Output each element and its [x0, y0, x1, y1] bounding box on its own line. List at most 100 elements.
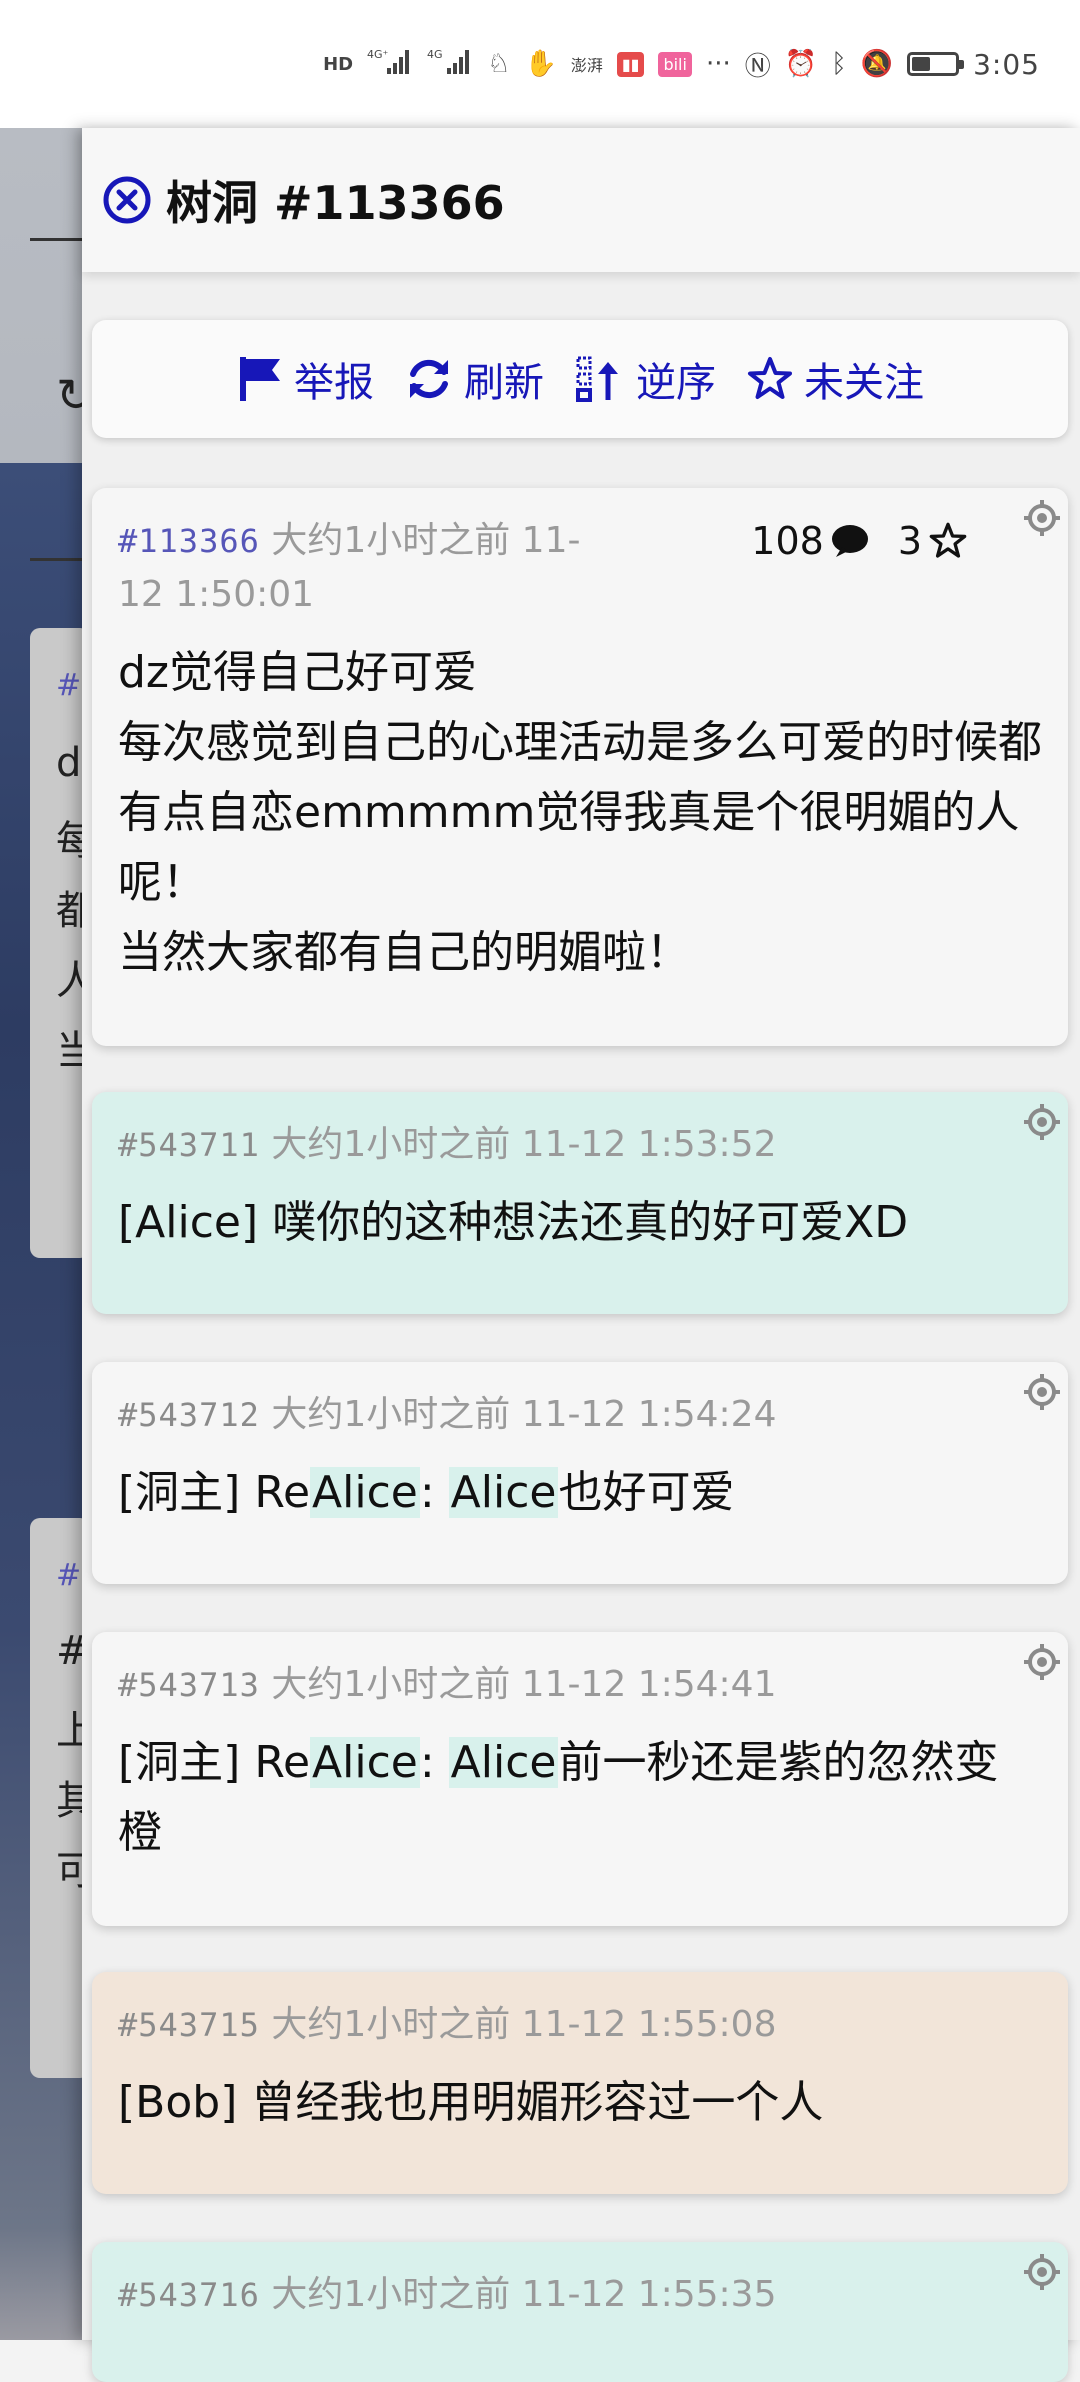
- bg-icon: ↻: [56, 368, 82, 422]
- mention-link[interactable]: Alice: [448, 1467, 559, 1518]
- reply-time: 大约1小时之前 11-12 1:55:08: [271, 2004, 777, 2045]
- app-notification-icon: ♘: [487, 49, 511, 79]
- reply-id: #543713: [118, 1666, 260, 1704]
- bg-card: [30, 628, 82, 1258]
- main-post-card[interactable]: #113366 大约1小时之前 11-12 1:50:01 108 3 dz觉得…: [92, 488, 1068, 1046]
- book-app-icon: ▮▮: [616, 51, 645, 77]
- reply-meta: #543713 大约1小时之前 11-12 1:54:41: [118, 1658, 1042, 1712]
- reply-author: [Alice]: [118, 1197, 259, 1248]
- star-outline-icon: [929, 522, 967, 558]
- reply-count: 108: [751, 514, 870, 568]
- bg-text: 上: [56, 1708, 82, 1754]
- panel-header: 树洞 #113366: [82, 128, 1080, 272]
- reply-card[interactable]: #543713 大约1小时之前 11-12 1:54:41 [洞主] ReAli…: [92, 1632, 1068, 1926]
- bg-text: #: [56, 1558, 82, 1593]
- divider: [30, 238, 82, 241]
- reply-meta: #543712 大约1小时之前 11-12 1:54:24: [118, 1388, 1042, 1442]
- bg-text: 可: [56, 1848, 82, 1894]
- reverse-order-button[interactable]: 逆序: [574, 350, 716, 408]
- bg-text: d: [56, 740, 82, 786]
- locate-icon[interactable]: [1022, 1642, 1062, 1682]
- reply-card[interactable]: #543716 大约1小时之前 11-12 1:55:35: [92, 2242, 1068, 2382]
- locate-icon[interactable]: [1022, 498, 1062, 538]
- reply-time: 大约1小时之前 11-12 1:54:24: [271, 1394, 777, 1435]
- reply-author: [洞主]: [118, 1467, 241, 1518]
- reply-meta: #543711 大约1小时之前 11-12 1:53:52: [118, 1118, 1042, 1172]
- reply-id: #543711: [118, 1126, 260, 1164]
- reply-content: [洞主] ReAlice: Alice也好可爱: [118, 1458, 1042, 1528]
- post-line: dz觉得自己好可爱: [118, 647, 478, 698]
- star-count-value: 3: [897, 519, 922, 563]
- locate-icon[interactable]: [1022, 2252, 1062, 2292]
- bg-text: 每: [56, 818, 82, 864]
- mention-link[interactable]: Alice: [448, 1737, 559, 1788]
- app-notification-icon: ✋: [524, 49, 557, 79]
- app-notification-icon: 澎湃: [570, 56, 603, 75]
- reply-time: 大约1小时之前 11-12 1:55:35: [271, 2274, 777, 2315]
- alarm-icon: ⏰: [784, 49, 818, 79]
- bg-text: 其: [56, 1778, 82, 1824]
- background-page: ↻ # d 每 都 人 当 # # 上 其 可: [0, 128, 82, 2340]
- mention-link[interactable]: Alice: [310, 1737, 420, 1788]
- refresh-label: 刷新: [464, 360, 544, 406]
- reply-text: 噗你的这种想法还真的好可爱XD: [272, 1197, 909, 1248]
- reply-count-value: 108: [751, 519, 824, 563]
- post-stats: 108 3: [751, 514, 968, 568]
- bilibili-icon: bili: [658, 51, 692, 77]
- reply-card[interactable]: #543712 大约1小时之前 11-12 1:54:24 [洞主] ReAli…: [92, 1362, 1068, 1584]
- battery-icon: [907, 52, 965, 76]
- reply-meta: #543715 大约1小时之前 11-12 1:55:08: [118, 1998, 1042, 2052]
- locate-icon[interactable]: [1022, 1372, 1062, 1412]
- bg-text: #: [56, 1628, 82, 1674]
- reply-meta: #543716 大约1小时之前 11-12 1:55:35: [118, 2268, 1042, 2322]
- post-line: 当然大家都有自己的明媚啦！: [118, 927, 690, 978]
- reply-author: [洞主]: [118, 1737, 241, 1788]
- flag-icon: [240, 357, 280, 401]
- close-icon[interactable]: [102, 175, 152, 225]
- reply-card[interactable]: #543711 大约1小时之前 11-12 1:53:52 [Alice] 噗你…: [92, 1092, 1068, 1314]
- follow-label: 未关注: [804, 360, 924, 406]
- reply-content: [Alice] 噗你的这种想法还真的好可爱XD: [118, 1188, 1042, 1258]
- refresh-icon: [410, 359, 448, 399]
- reply-time: 大约1小时之前 11-12 1:53:52: [271, 1124, 777, 1165]
- reply-id: #543712: [118, 1396, 260, 1434]
- star-outline-icon: [748, 357, 792, 399]
- reply-time: 大约1小时之前 11-12 1:54:41: [271, 1664, 777, 1705]
- report-button[interactable]: 举报: [236, 350, 374, 408]
- reply-re: Re: [254, 1737, 311, 1788]
- reply-id: #543715: [118, 2006, 260, 2044]
- more-notifications-icon: ···: [705, 49, 731, 79]
- thread-toolbar: 举报 刷新 逆序 未关注: [92, 320, 1068, 438]
- reply-text: 曾经我也用明媚形容过一个人: [251, 2077, 824, 2128]
- divider: [30, 558, 82, 561]
- mute-icon: 🔕: [860, 49, 894, 79]
- reply-text: 也好可爱: [558, 1467, 735, 1518]
- report-label: 举报: [294, 360, 374, 406]
- follow-button[interactable]: 未关注: [746, 350, 924, 408]
- comment-icon: [831, 525, 868, 557]
- reply-re: Re: [254, 1467, 311, 1518]
- star-count: 3: [898, 514, 968, 568]
- status-bar: HD 4G⁺ 4G ♘ ✋ 澎湃 ▮▮ bili ··· Ⓝ ⏰ ᛒ 🔕 3:0…: [0, 0, 1080, 128]
- reply-content: [Bob] 曾经我也用明媚形容过一个人: [118, 2068, 1042, 2138]
- cell-signal-1-icon: 4G⁺: [367, 46, 413, 83]
- post-id: #113366: [118, 522, 260, 560]
- bg-text: 都: [56, 888, 82, 934]
- post-line: 每次感觉到自己的心理活动是多么可爱的时候都有点自恋emmmmm觉得我真是个很明媚…: [118, 717, 1042, 908]
- reply-content: [洞主] ReAlice: Alice前一秒还是紫的忽然变橙: [118, 1728, 1042, 1868]
- hd-signal-icon: HD: [323, 53, 354, 75]
- thread-panel: 树洞 #113366 举报 刷新 逆序 未关注 #113366 大约1小时之前 …: [82, 128, 1080, 2382]
- bluetooth-icon: ᛒ: [831, 49, 847, 79]
- sort-icon: [576, 356, 618, 402]
- reply-colon: :: [419, 1737, 435, 1788]
- reverse-order-label: 逆序: [636, 360, 716, 406]
- reply-card[interactable]: #543715 大约1小时之前 11-12 1:55:08 [Bob] 曾经我也…: [92, 1972, 1068, 2194]
- locate-icon[interactable]: [1022, 1102, 1062, 1142]
- bg-text: #: [56, 668, 82, 703]
- mention-link[interactable]: Alice: [310, 1467, 420, 1518]
- refresh-button[interactable]: 刷新: [404, 350, 544, 408]
- reply-colon: :: [419, 1467, 435, 1518]
- page-title: 树洞 #113366: [166, 176, 505, 230]
- reply-id: #543716: [118, 2276, 260, 2314]
- svg-text:4G⁺: 4G⁺: [367, 48, 389, 61]
